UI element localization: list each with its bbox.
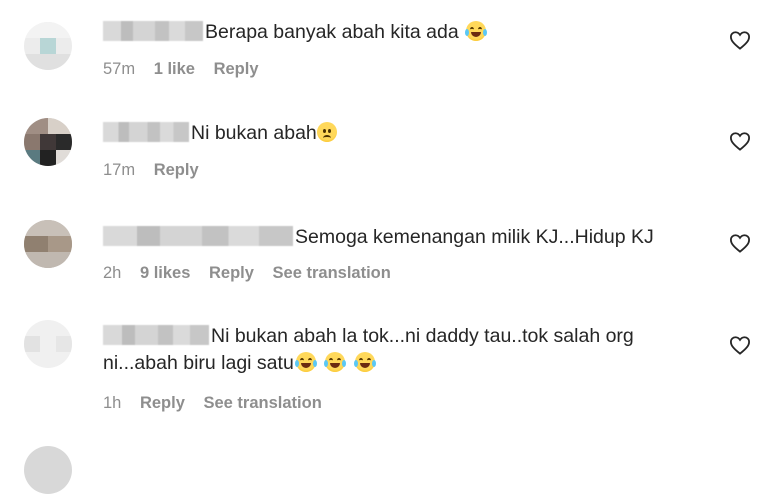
reply-button[interactable]: Reply bbox=[154, 161, 199, 179]
joy-emoji-icon bbox=[324, 352, 347, 372]
see-translation-link[interactable]: See translation bbox=[273, 264, 391, 282]
heart-outline-icon[interactable] bbox=[729, 335, 751, 355]
see-translation-link[interactable]: See translation bbox=[203, 394, 321, 412]
comment-meta: 2h 9 likes Reply See translation bbox=[103, 264, 405, 283]
timestamp: 57m bbox=[103, 60, 136, 78]
likes-count[interactable]: 1 like bbox=[154, 60, 195, 78]
reply-button[interactable]: Reply bbox=[140, 394, 185, 412]
timestamp: 2h bbox=[103, 264, 122, 282]
reply-button[interactable]: Reply bbox=[209, 264, 254, 282]
heart-outline-icon[interactable] bbox=[729, 131, 751, 151]
comment-text: Ni bukan abah la tok...ni daddy tau..tok… bbox=[103, 325, 634, 374]
avatar-partial[interactable] bbox=[24, 446, 72, 494]
timestamp: 17m bbox=[103, 161, 136, 179]
avatar[interactable] bbox=[24, 118, 72, 166]
username-blurred[interactable] bbox=[103, 325, 209, 345]
comment-text: Ni bukan abah bbox=[103, 120, 703, 147]
comment-meta: 17m Reply bbox=[103, 161, 213, 180]
heart-outline-icon[interactable] bbox=[729, 233, 751, 253]
avatar[interactable] bbox=[24, 220, 72, 268]
reply-button[interactable]: Reply bbox=[214, 60, 259, 78]
avatar[interactable] bbox=[24, 320, 72, 368]
joy-emoji-icon bbox=[465, 21, 488, 41]
comment-text: Berapa banyak abah kita ada bbox=[103, 19, 703, 46]
username-blurred[interactable] bbox=[103, 226, 293, 246]
sad-emoji-icon bbox=[316, 122, 337, 142]
joy-emoji-icon bbox=[294, 352, 317, 372]
username-blurred[interactable] bbox=[103, 122, 189, 142]
joy-emoji-icon bbox=[353, 352, 376, 372]
timestamp: 1h bbox=[103, 394, 122, 412]
comment-meta: 57m 1 like Reply bbox=[103, 60, 273, 79]
comment-text: Semoga kemenangan milik KJ...Hidup KJ bbox=[103, 224, 703, 251]
heart-outline-icon[interactable] bbox=[729, 30, 751, 50]
likes-count[interactable]: 9 likes bbox=[140, 264, 190, 282]
username-blurred[interactable] bbox=[103, 21, 203, 41]
comment-meta: 1h Reply See translation bbox=[103, 394, 336, 413]
avatar[interactable] bbox=[24, 22, 72, 70]
